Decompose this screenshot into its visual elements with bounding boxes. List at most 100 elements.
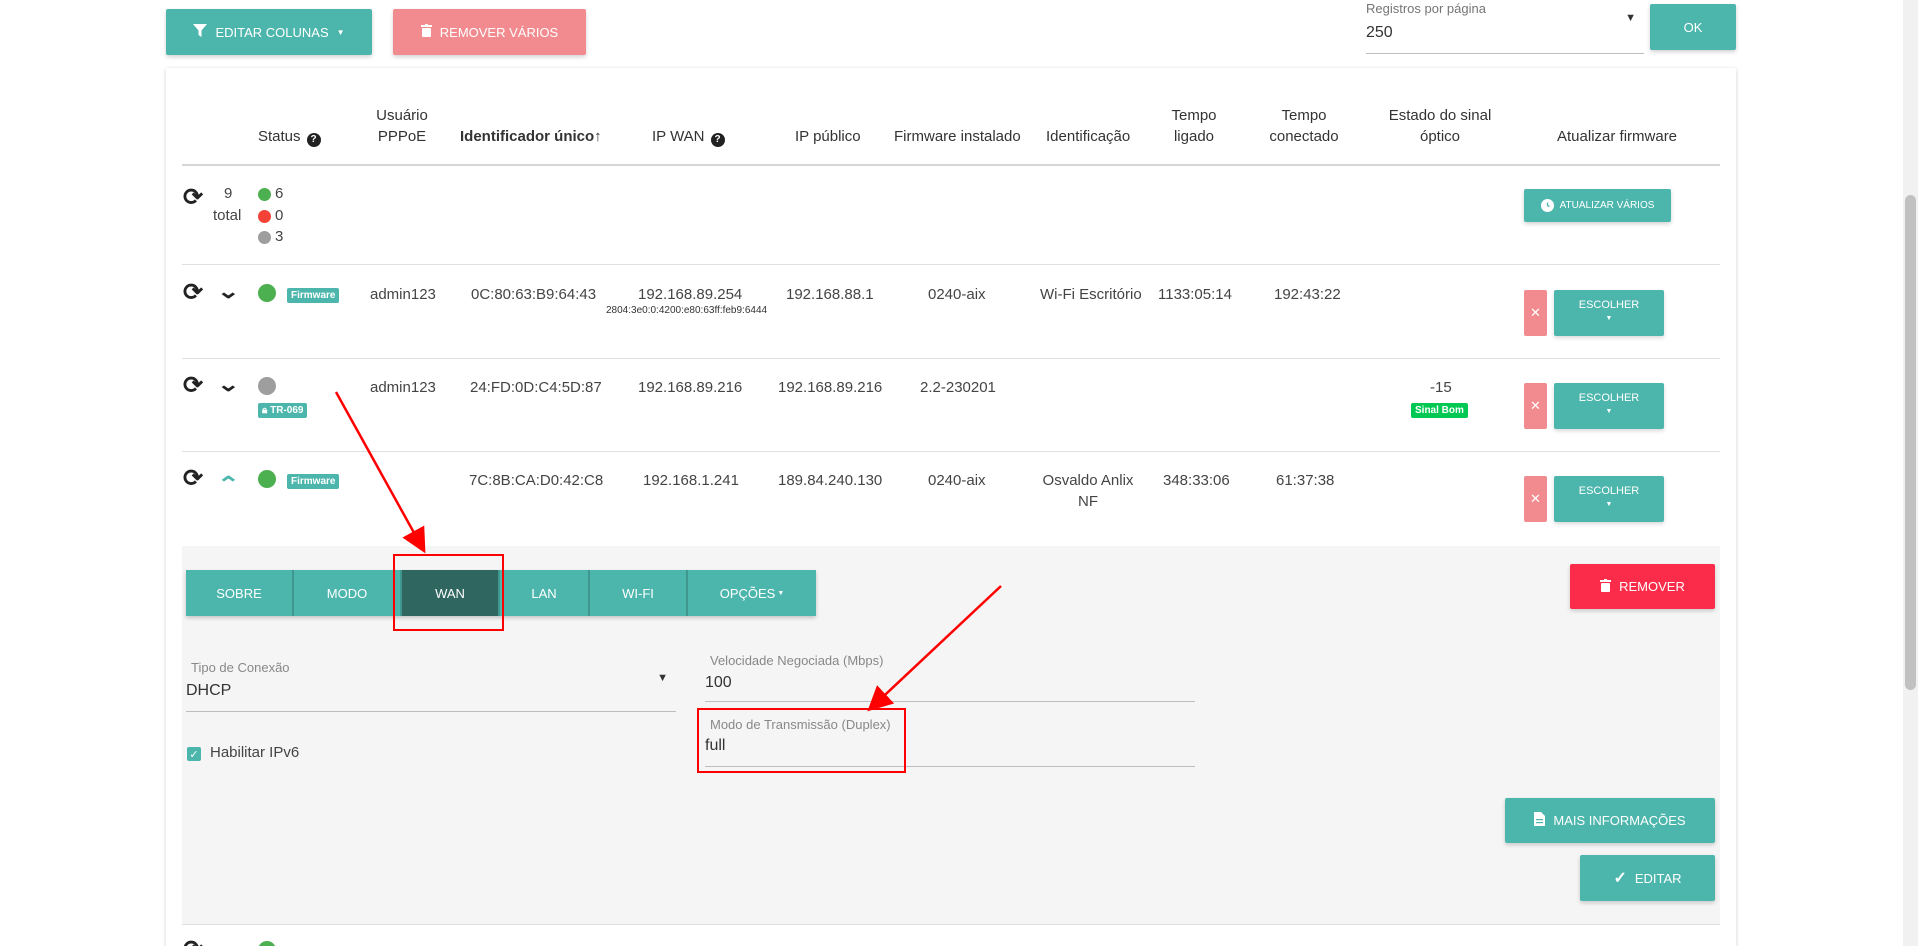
- header-status[interactable]: Status?: [258, 126, 321, 147]
- header-unique-id[interactable]: Identificador único↑: [460, 126, 602, 147]
- remove-many-label: REMOVER VÁRIOS: [439, 24, 559, 40]
- remove-device-button[interactable]: REMOVER: [1570, 564, 1715, 609]
- connection-type-label: Tipo de Conexão: [191, 660, 290, 675]
- refresh-icon[interactable]: ⟳: [183, 281, 203, 305]
- vertical-scrollbar[interactable]: [1903, 0, 1918, 946]
- edit-label: EDITAR: [1634, 870, 1682, 886]
- edit-columns-label: EDITAR COLUNAS: [215, 24, 329, 40]
- tr069-badge: 🔒︎ TR-069: [258, 403, 308, 418]
- cancel-update-button[interactable]: ✕: [1524, 476, 1547, 522]
- trash-icon: [1600, 578, 1612, 595]
- choose-firmware-button[interactable]: ESCOLHER ▼: [1554, 383, 1664, 429]
- speed-field[interactable]: Velocidade Negociada (Mbps) 100: [705, 650, 1195, 702]
- offline-status-icon: [258, 210, 271, 223]
- row-divider: [182, 924, 1720, 925]
- firmware-version: 0240-aix: [928, 472, 986, 489]
- page: EDITAR COLUNAS ▼ REMOVER VÁRIOS Registro…: [0, 0, 1918, 946]
- check-icon: ✓: [1613, 870, 1627, 887]
- summary-unknown-count: 3: [275, 228, 284, 245]
- caret-down-icon: ▼: [1605, 501, 1613, 508]
- help-icon[interactable]: ?: [710, 132, 725, 147]
- cancel-update-button[interactable]: ✕: [1524, 383, 1547, 429]
- header-optical[interactable]: Estado do sinal óptico: [1380, 105, 1500, 147]
- refresh-icon[interactable]: ⟳: [183, 186, 203, 210]
- caret-down-icon: ▼: [1605, 315, 1613, 322]
- row-divider: [182, 358, 1720, 359]
- chevron-down-icon[interactable]: ⌄: [217, 375, 240, 395]
- summary-total-label: total: [213, 207, 242, 224]
- online-status-icon: [258, 188, 271, 201]
- caret-down-icon: ▼: [336, 27, 345, 37]
- uptime: 348:33:06: [1163, 472, 1230, 489]
- refresh-icon[interactable]: ⟳: [183, 938, 203, 946]
- tab-options[interactable]: OPÇÕES ▼: [688, 570, 816, 616]
- unknown-status-icon: [258, 377, 276, 395]
- connection-type-select[interactable]: Tipo de Conexão DHCP ▼: [186, 660, 676, 712]
- online-status-icon: [258, 284, 276, 302]
- ip-wan-v6: 2804:3e0:0:4200:e80:63ff:feb9:6444: [606, 305, 768, 316]
- chevron-down-icon[interactable]: ⌄: [217, 282, 240, 302]
- public-ip: 192.168.89.216: [778, 379, 883, 396]
- header-firmware[interactable]: Firmware instalado: [894, 126, 1021, 147]
- summary-total-count: 9: [224, 185, 233, 202]
- header-divider: [182, 164, 1720, 166]
- more-info-button[interactable]: MAIS INFORMAÇÕES: [1505, 798, 1715, 843]
- firmware-badge: Firmware: [287, 474, 340, 489]
- ok-button[interactable]: OK: [1650, 4, 1736, 50]
- annotation-box-duplex: [697, 708, 906, 773]
- unique-id: 0C:80:63:B9:64:43: [471, 286, 597, 303]
- header-uptime[interactable]: Tempo ligado: [1164, 105, 1224, 147]
- connection-type-value: DHCP: [186, 682, 232, 699]
- header-connected[interactable]: Tempo conectado: [1264, 105, 1344, 147]
- firmware-badge: Firmware: [287, 288, 340, 303]
- tab-wifi[interactable]: WI-FI: [590, 570, 688, 616]
- update-many-button[interactable]: ATUALIZAR VÁRIOS: [1524, 189, 1671, 222]
- speed-value: 100: [705, 674, 732, 691]
- identification: Osvaldo Anlix NF: [1042, 472, 1134, 510]
- filter-icon: [193, 23, 208, 41]
- pppoe-user: admin123: [370, 286, 436, 303]
- edit-button[interactable]: ✓ EDITAR: [1580, 855, 1715, 901]
- connected-time: 192:43:22: [1274, 286, 1341, 303]
- optical-signal: -15: [1430, 379, 1452, 396]
- ip-wan: 192.168.89.254: [638, 286, 743, 303]
- refresh-icon[interactable]: ⟳: [183, 467, 203, 491]
- ipv6-label: Habilitar IPv6: [210, 744, 300, 761]
- header-ip-wan[interactable]: IP WAN?: [652, 126, 725, 147]
- row-divider: [182, 264, 1720, 265]
- unique-id: 7C:8B:CA:D0:42:C8: [469, 472, 604, 489]
- firmware-version: 2.2-230201: [920, 379, 996, 396]
- tab-lan[interactable]: LAN: [500, 570, 590, 616]
- ipv6-checkbox[interactable]: ✓: [187, 747, 201, 761]
- remove-many-button[interactable]: REMOVER VÁRIOS: [393, 9, 586, 55]
- connected-time: 61:37:38: [1276, 472, 1335, 489]
- help-icon[interactable]: ?: [306, 132, 321, 147]
- update-many-label: ATUALIZAR VÁRIOS: [1559, 200, 1655, 211]
- refresh-icon[interactable]: ⟳: [183, 374, 203, 398]
- more-info-label: MAIS INFORMAÇÕES: [1553, 813, 1686, 828]
- summary-online-count: 6: [275, 185, 284, 202]
- header-pppoe-user[interactable]: Usuário PPPoE: [372, 105, 432, 147]
- tab-sobre[interactable]: SOBRE: [186, 570, 294, 616]
- row-divider: [182, 451, 1720, 452]
- choose-firmware-button[interactable]: ESCOLHER ▼: [1554, 476, 1664, 522]
- scrollbar-thumb[interactable]: [1905, 195, 1916, 690]
- ip-wan: 192.168.1.241: [643, 472, 739, 489]
- header-update-firmware[interactable]: Atualizar firmware: [1557, 126, 1677, 147]
- header-identification[interactable]: Identificação: [1046, 126, 1130, 147]
- unknown-status-icon: [258, 231, 271, 244]
- per-page-value: 250: [1366, 24, 1393, 41]
- annotation-box-wan-tab: [393, 554, 504, 631]
- choose-firmware-button[interactable]: ESCOLHER ▼: [1554, 290, 1664, 336]
- caret-down-icon: ▼: [777, 589, 785, 597]
- header-public-ip[interactable]: IP público: [795, 126, 861, 147]
- chevron-up-icon[interactable]: ⌄: [217, 471, 240, 493]
- document-icon: [1534, 812, 1546, 829]
- online-status-icon: [258, 470, 276, 488]
- dropdown-arrow-icon: ▼: [657, 672, 668, 684]
- ok-label: OK: [1683, 19, 1703, 35]
- edit-columns-button[interactable]: EDITAR COLUNAS ▼: [166, 9, 372, 55]
- cancel-update-button[interactable]: ✕: [1524, 290, 1547, 336]
- tab-modo[interactable]: MODO: [294, 570, 402, 616]
- per-page-select[interactable]: Registros por página 250 ▼: [1366, 0, 1644, 54]
